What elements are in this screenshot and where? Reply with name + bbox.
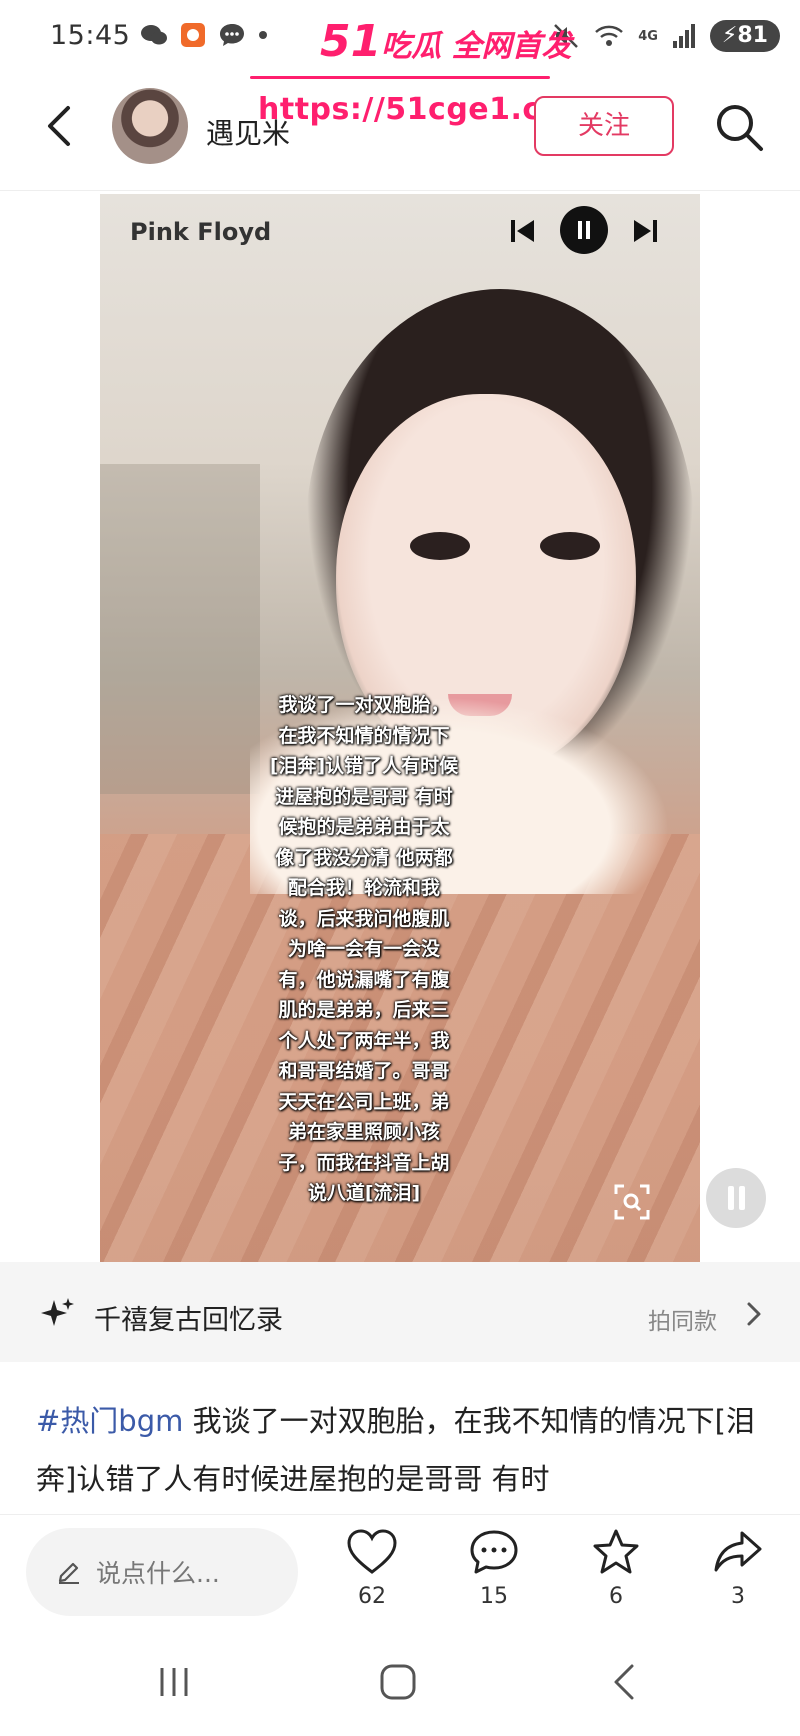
username[interactable]: 遇见米 (206, 112, 290, 152)
battery-level: 81 (737, 23, 768, 48)
scan-icon[interactable] (612, 1182, 652, 1222)
sparkle-icon (41, 1298, 74, 1326)
wifi-icon (595, 25, 624, 46)
comment-bubble-icon (470, 1530, 518, 1574)
pencil-icon (58, 1562, 79, 1584)
search-icon[interactable] (712, 100, 766, 154)
previous-track-icon[interactable] (508, 216, 538, 246)
system-status-icons: 4G ⚡81 (552, 20, 780, 52)
wechat-icon (141, 25, 167, 45)
post-media[interactable]: Pink Floyd 我谈了一对双胞胎， 在我不知情的情况下 [泪奔]认错了人有… (100, 194, 700, 1262)
comment-input[interactable]: 说点什么... (26, 1528, 298, 1616)
header-divider (0, 190, 800, 191)
pause-icon (728, 1186, 745, 1210)
watermark-underline (250, 76, 550, 79)
floating-pause-button[interactable] (706, 1168, 766, 1228)
network-type: 4G (638, 28, 658, 44)
back-icon[interactable] (38, 104, 82, 148)
status-time: 15:45 (50, 20, 131, 51)
recent-apps-icon[interactable] (156, 1664, 192, 1700)
photo-eye-right (540, 532, 600, 560)
home-icon[interactable] (378, 1662, 418, 1702)
post-description: #热门bgm 我谈了一对双胞胎，在我不知情的情况下[泪奔]认错了人有时候进屋抱的… (36, 1392, 772, 1508)
photo-eye-left (410, 532, 470, 560)
comment-button[interactable]: 15 (454, 1528, 534, 1609)
share-arrow-icon (714, 1531, 762, 1572)
signal-icon (672, 24, 695, 48)
watermark-number: 51 (320, 16, 382, 67)
battery-indicator: ⚡81 (709, 20, 780, 52)
hashtag-link[interactable]: #热门bgm (36, 1404, 183, 1438)
share-button[interactable]: 3 (698, 1528, 778, 1609)
chevron-right-icon[interactable] (744, 1300, 764, 1328)
share-count: 3 (731, 1584, 745, 1609)
notification-icons (140, 22, 268, 48)
like-count: 62 (358, 1584, 386, 1609)
dot-icon (259, 31, 267, 39)
avatar[interactable] (112, 88, 188, 164)
watermark-text: 吃瓜 全网首发 (381, 29, 572, 64)
favorite-button[interactable]: 6 (576, 1528, 656, 1609)
music-title[interactable]: 千禧复古回忆录 (94, 1298, 283, 1337)
message-icon (220, 24, 244, 46)
app-notification-icon (181, 23, 205, 47)
music-pause-button[interactable] (560, 206, 608, 254)
same-style-button[interactable]: 拍同款 (648, 1302, 717, 1336)
caption-overlay: 我谈了一对双胞胎， 在我不知情的情况下 [泪奔]认错了人有时候 进屋抱的是哥哥 … (269, 694, 459, 1204)
pause-icon (578, 221, 590, 239)
favorite-count: 6 (609, 1584, 623, 1609)
star-icon (593, 1529, 639, 1574)
heart-icon (347, 1529, 397, 1574)
system-back-icon[interactable] (608, 1662, 638, 1702)
comment-count: 15 (480, 1584, 508, 1609)
comment-placeholder: 说点什么... (96, 1559, 220, 1588)
action-bar-divider (0, 1514, 800, 1515)
watermark-title: 51吃瓜 全网首发 (320, 16, 572, 67)
like-button[interactable]: 62 (332, 1528, 412, 1609)
music-label: Pink Floyd (130, 218, 272, 246)
follow-button[interactable]: 关注 (534, 96, 674, 156)
next-track-icon[interactable] (630, 216, 660, 246)
